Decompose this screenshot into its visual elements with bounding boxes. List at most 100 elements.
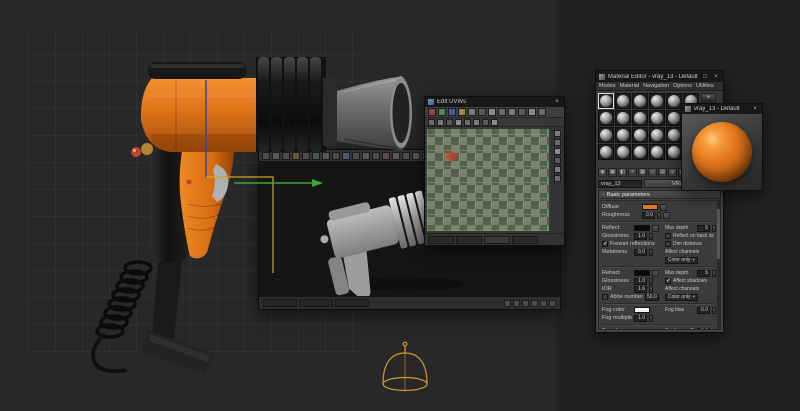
reflect-color-swatch[interactable] — [634, 225, 650, 231]
status-field[interactable] — [335, 299, 369, 307]
roughness-map-button[interactable] — [663, 212, 670, 219]
ior-spinner[interactable] — [649, 286, 653, 293]
uv-tool-icon[interactable] — [428, 108, 436, 116]
max-tool-icon[interactable] — [372, 152, 380, 160]
refract-map-button[interactable] — [652, 270, 659, 277]
fresnel-checkbox[interactable] — [602, 241, 608, 247]
fog-multiplier-spinner[interactable] — [649, 315, 653, 322]
uv-tool-icon[interactable] — [464, 119, 471, 126]
uv-field[interactable] — [512, 236, 538, 244]
uv-tool-icon[interactable] — [455, 119, 462, 126]
abbe-number-value[interactable]: 50.0 — [645, 294, 659, 301]
uv-field[interactable] — [428, 236, 454, 244]
uv-tool-icon[interactable] — [448, 108, 456, 116]
uv-tool-icon[interactable] — [438, 108, 446, 116]
reflect-back-side-checkbox[interactable] — [665, 233, 671, 239]
max-tool-icon[interactable] — [292, 152, 300, 160]
diffuse-color-swatch[interactable] — [642, 204, 658, 210]
abbe-number-checkbox[interactable] — [602, 294, 608, 300]
make-unique-icon[interactable]: ◇ — [648, 168, 657, 177]
uv-field[interactable] — [484, 236, 510, 244]
menu-utilities[interactable]: Utilities — [696, 83, 714, 89]
reset-map-icon[interactable]: × — [628, 168, 637, 177]
material-sample-slot[interactable] — [598, 93, 614, 109]
refract-max-depth-value[interactable]: 5 — [697, 270, 710, 277]
uv-tool-icon[interactable] — [508, 108, 516, 116]
refract-glossiness-value[interactable]: 1.0 — [634, 278, 647, 285]
material-sample-slot[interactable] — [632, 127, 648, 143]
dome-helper[interactable] — [383, 342, 427, 390]
material-sample-slot[interactable] — [666, 110, 682, 126]
max-tool-icon[interactable] — [302, 152, 310, 160]
reflect-map-button[interactable] — [652, 225, 659, 232]
uv-tool-icon[interactable] — [538, 108, 546, 116]
uv-tool-icon[interactable] — [518, 108, 526, 116]
reflect-max-depth-spinner[interactable] — [712, 225, 716, 232]
uv-tool-icon[interactable] — [528, 108, 536, 116]
diffuse-map-button[interactable] — [660, 204, 667, 211]
reflect-max-depth-value[interactable]: 5 — [697, 225, 710, 232]
sample-type-icon[interactable]: ● — [701, 93, 716, 101]
reflect-glossiness-value[interactable]: 1.0 — [634, 233, 647, 240]
material-sample-slot[interactable] — [598, 110, 614, 126]
fog-multiplier-value[interactable]: 1.0 — [634, 315, 647, 322]
max-tool-icon[interactable] — [382, 152, 390, 160]
roughness-value[interactable]: 0.0 — [642, 212, 655, 219]
put-to-library-icon[interactable]: ▤ — [658, 168, 667, 177]
uv-tool-icon[interactable] — [491, 119, 498, 126]
maximize-icon[interactable]: □ — [701, 74, 709, 80]
max-tool-icon[interactable] — [332, 152, 340, 160]
material-sample-slot[interactable] — [632, 93, 648, 109]
viewport-nav-icon[interactable] — [540, 300, 547, 307]
put-to-scene-icon[interactable]: ▣ — [608, 168, 617, 177]
uv-tool-icon[interactable] — [482, 119, 489, 126]
material-sample-slot[interactable] — [615, 110, 631, 126]
max-tool-icon[interactable] — [272, 152, 280, 160]
menu-modes[interactable]: Modes — [599, 83, 616, 89]
scatter-coeff-value[interactable]: 0.0 — [697, 328, 710, 331]
affect-shadows-checkbox[interactable] — [665, 278, 671, 284]
material-sample-slot[interactable] — [649, 144, 665, 160]
viewport-nav-icon[interactable] — [513, 300, 520, 307]
material-sample-slot[interactable] — [649, 127, 665, 143]
uv-side-icon[interactable] — [554, 139, 561, 146]
uv-tool-icon[interactable] — [458, 108, 466, 116]
max-tool-icon[interactable] — [322, 152, 330, 160]
max-tool-icon[interactable] — [402, 152, 410, 160]
close-icon[interactable]: × — [712, 74, 720, 80]
refract-affect-channels-dropdown[interactable]: Color only ▾ — [665, 294, 698, 301]
ior-value[interactable]: 1.6 — [634, 286, 647, 293]
max-tool-icon[interactable] — [412, 152, 420, 160]
close-icon[interactable]: × — [751, 106, 759, 112]
metalness-spinner[interactable] — [649, 249, 653, 256]
material-sample-slot[interactable] — [666, 144, 682, 160]
uv-tool-icon[interactable] — [473, 119, 480, 126]
material-sample-slot[interactable] — [666, 127, 682, 143]
material-sample-slot[interactable] — [649, 93, 665, 109]
viewport-nav-icon[interactable] — [504, 300, 511, 307]
close-icon[interactable]: × — [553, 99, 561, 105]
material-sample-slot[interactable] — [649, 110, 665, 126]
uv-side-icon[interactable] — [554, 130, 561, 137]
uv-side-icon[interactable] — [554, 175, 561, 182]
max-tool-icon[interactable] — [262, 152, 270, 160]
uv-canvas[interactable] — [427, 129, 549, 231]
uv-tool-icon[interactable] — [437, 119, 444, 126]
reflect-glossiness-spinner[interactable] — [649, 233, 653, 240]
max-tool-icon[interactable] — [312, 152, 320, 160]
uv-tool-icon[interactable] — [428, 119, 435, 126]
status-field[interactable] — [299, 299, 333, 307]
fog-color-swatch[interactable] — [634, 307, 650, 313]
material-sample-slot[interactable] — [632, 110, 648, 126]
material-sample-slot[interactable] — [615, 127, 631, 143]
uv-field[interactable] — [456, 236, 482, 244]
material-id-icon[interactable]: ◎ — [668, 168, 677, 177]
uv-side-icon[interactable] — [554, 148, 561, 155]
max-tool-icon[interactable] — [342, 152, 350, 160]
refract-max-depth-spinner[interactable] — [712, 270, 716, 277]
material-sample-slot[interactable] — [666, 93, 682, 109]
dim-distance-checkbox[interactable] — [665, 241, 671, 247]
scrollbar[interactable] — [717, 201, 720, 329]
material-sample-slot[interactable] — [615, 93, 631, 109]
uv-tool-icon[interactable] — [498, 108, 506, 116]
